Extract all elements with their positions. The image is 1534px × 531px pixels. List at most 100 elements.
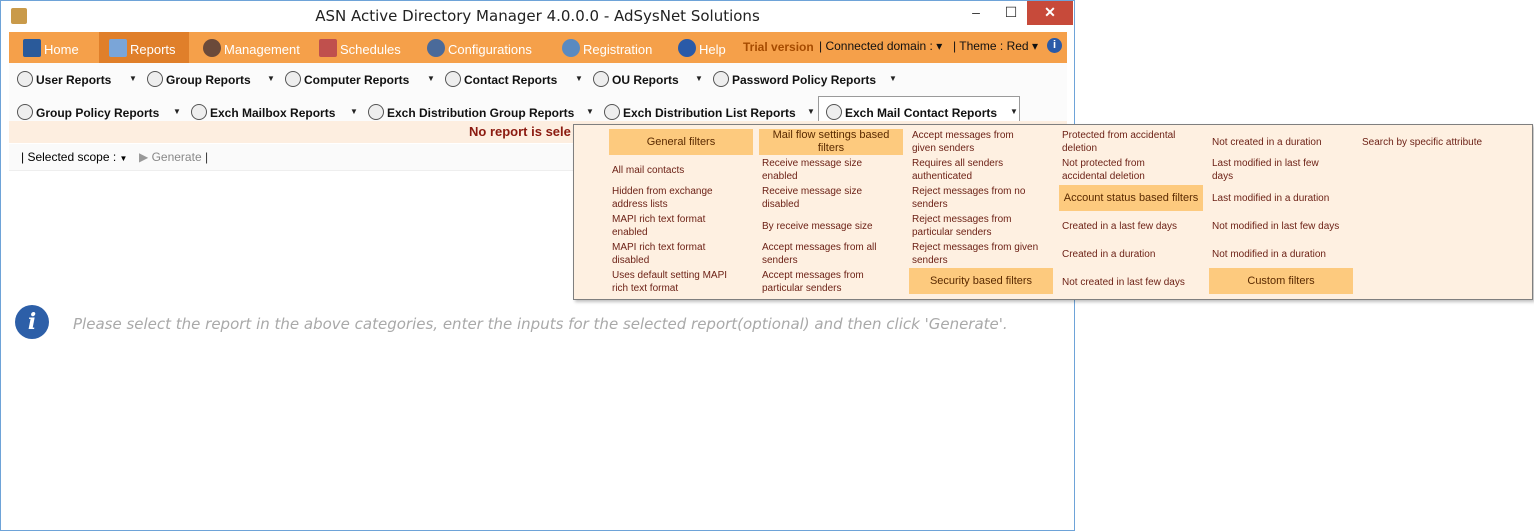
contact-reports-arrow-icon[interactable]: ▼ [575,74,583,83]
filter-item[interactable]: Hidden from exchange address lists [612,185,740,211]
filter-item[interactable]: Not created in a duration [1212,136,1352,149]
group-policy-reports-button[interactable]: Group Policy Reports [17,104,159,120]
filter-item[interactable]: Reject messages from given senders [912,241,1040,267]
exch-distribution-group-reports-arrow-icon[interactable]: ▼ [586,107,594,116]
contact-reports-icon [445,71,461,87]
filter-item[interactable]: Last modified in last few days [1212,157,1340,183]
exch-mailbox-reports-arrow-icon[interactable]: ▼ [350,107,358,116]
tab-schedules[interactable]: Schedules [319,32,401,63]
account-status-filters-header[interactable]: Account status based filters [1059,185,1203,211]
trial-version-link[interactable]: Trial version [743,40,814,54]
computer-reports-arrow-icon[interactable]: ▼ [427,74,435,83]
filter-item[interactable]: Accept messages from particular senders [762,269,890,295]
filter-item[interactable]: Requires all senders authenticated [912,157,1040,183]
exch-mail-contact-reports-button[interactable]: Exch Mail Contact Reports [826,104,997,120]
user-reports-label: User Reports [36,73,112,87]
filter-item[interactable]: Reject messages from particular senders [912,213,1040,239]
filter-item[interactable]: Reject messages from no senders [912,185,1040,211]
password-policy-reports-label: Password Policy Reports [732,73,877,87]
exch-distribution-list-reports-label: Exch Distribution List Reports [623,106,796,120]
tab-help-label: Help [699,42,726,57]
filter-item[interactable]: MAPI rich text format enabled [612,213,740,239]
exch-mail-contact-reports-arrow-icon[interactable]: ▼ [1010,107,1018,116]
user-reports-icon [17,71,33,87]
filter-item[interactable]: Last modified in a duration [1212,192,1352,205]
play-icon: ▶ [139,150,149,164]
computer-reports-icon [285,71,301,87]
filter-item[interactable]: Not modified in a duration [1212,248,1352,261]
tab-reports[interactable]: Reports [99,32,189,63]
connected-domain-label: Connected domain : [825,39,933,53]
filter-item[interactable]: All mail contacts [612,164,740,177]
security-filters-header[interactable]: Security based filters [909,268,1053,294]
maximize-button[interactable]: ☐ [996,1,1026,25]
minimize-button[interactable]: – [961,1,991,25]
password-policy-reports-icon [713,71,729,87]
theme-dropdown[interactable]: | Theme : Red ▾ [953,39,1038,53]
tab-registration[interactable]: Registration [562,32,652,63]
filter-item[interactable]: By receive message size [762,220,890,233]
window-title: ASN Active Directory Manager 4.0.0.0 - A… [315,7,760,25]
tab-configurations-label: Configurations [448,42,532,57]
computer-reports-button[interactable]: Computer Reports [285,71,409,87]
configurations-icon [427,39,445,57]
info-icon[interactable]: i [1047,38,1062,53]
filter-item[interactable]: Accept messages from given senders [912,129,1040,155]
tab-configurations[interactable]: Configurations [427,32,532,63]
tab-management[interactable]: Management [203,32,300,63]
exch-distribution-group-reports-label: Exch Distribution Group Reports [387,106,575,120]
help-icon [678,39,696,57]
filter-item[interactable]: Created in a last few days [1062,220,1202,233]
tab-help[interactable]: Help [678,32,726,63]
group-reports-icon [147,71,163,87]
selected-scope-label: Selected scope : [27,150,117,164]
group-reports-label: Group Reports [166,73,251,87]
filter-item[interactable]: Not protected from accidental deletion [1062,157,1190,183]
filter-item[interactable]: Accept messages from all senders [762,241,890,267]
exch-distribution-group-reports-button[interactable]: Exch Distribution Group Reports [368,104,574,120]
exch-distribution-list-reports-arrow-icon[interactable]: ▼ [807,107,815,116]
exch-mail-contact-reports-label: Exch Mail Contact Reports [845,106,998,120]
generate-label: Generate [151,150,202,164]
exch-distribution-list-reports-icon [604,104,620,120]
filter-item[interactable]: MAPI rich text format disabled [612,241,740,267]
tab-registration-label: Registration [583,42,653,57]
group-policy-reports-label: Group Policy Reports [36,106,160,120]
password-policy-reports-button[interactable]: Password Policy Reports [713,71,876,87]
tab-reports-label: Reports [130,42,176,57]
filter-item[interactable]: Protected from accidental deletion [1062,129,1190,155]
group-reports-arrow-icon[interactable]: ▼ [267,74,275,83]
instruction-message: Please select the report in the above ca… [73,315,1008,333]
mail-flow-filters-header[interactable]: Mail flow settings based filters [759,129,903,155]
custom-filters-header[interactable]: Custom filters [1209,268,1353,294]
user-reports-arrow-icon[interactable]: ▼ [129,74,137,83]
exch-mailbox-reports-label: Exch Mailbox Reports [210,106,336,120]
ou-reports-icon [593,71,609,87]
exch-distribution-list-reports-button[interactable]: Exch Distribution List Reports [604,104,796,120]
exch-mailbox-reports-button[interactable]: Exch Mailbox Reports [191,104,335,120]
tab-home[interactable]: Home [23,32,79,63]
filter-item[interactable]: Receive message size enabled [762,157,890,183]
group-reports-button[interactable]: Group Reports [147,71,251,87]
selected-scope-dropdown[interactable]: | Selected scope : ▼ [21,150,127,164]
filter-item[interactable]: Not created in last few days [1062,276,1202,289]
general-filters-header[interactable]: General filters [609,129,753,155]
password-policy-reports-arrow-icon[interactable]: ▼ [889,74,897,83]
contact-reports-label: Contact Reports [464,73,558,87]
connected-domain-dropdown[interactable]: | Connected domain : ▾ [819,39,942,53]
group-policy-reports-arrow-icon[interactable]: ▼ [173,107,181,116]
ou-reports-arrow-icon[interactable]: ▼ [695,74,703,83]
ou-reports-label: OU Reports [612,73,679,87]
filter-item[interactable]: Not modified in last few days [1212,220,1352,233]
user-reports-button[interactable]: User Reports [17,71,111,87]
filter-item[interactable]: Receive message size disabled [762,185,890,211]
close-button[interactable]: ✕ [1027,1,1073,25]
exch-mail-contact-reports-icon [826,104,842,120]
contact-reports-button[interactable]: Contact Reports [445,71,557,87]
ou-reports-button[interactable]: OU Reports [593,71,679,87]
filter-item[interactable]: Created in a duration [1062,248,1190,261]
filter-item[interactable]: Search by specific attribute [1362,136,1512,149]
reports-icon [109,39,127,57]
filter-item[interactable]: Uses default setting MAPI rich text form… [612,269,740,295]
generate-button[interactable]: ▶ Generate | [139,150,208,164]
